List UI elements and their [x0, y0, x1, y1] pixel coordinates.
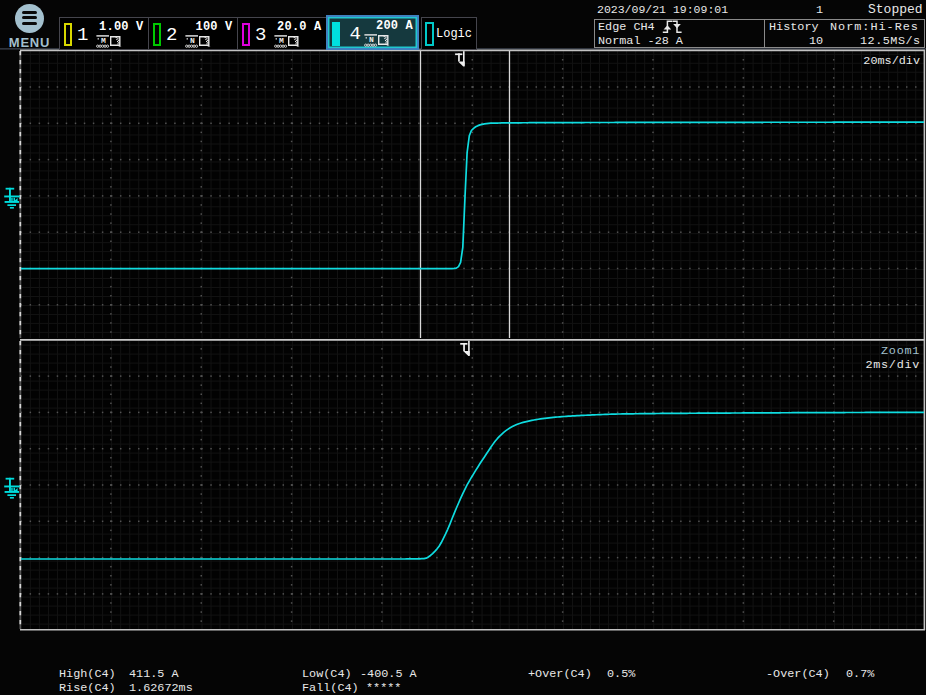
svg-text:N: N [190, 36, 195, 45]
svg-text:M: M [101, 36, 106, 45]
svg-text:N: N [369, 35, 374, 44]
svg-text:M: M [279, 36, 284, 45]
